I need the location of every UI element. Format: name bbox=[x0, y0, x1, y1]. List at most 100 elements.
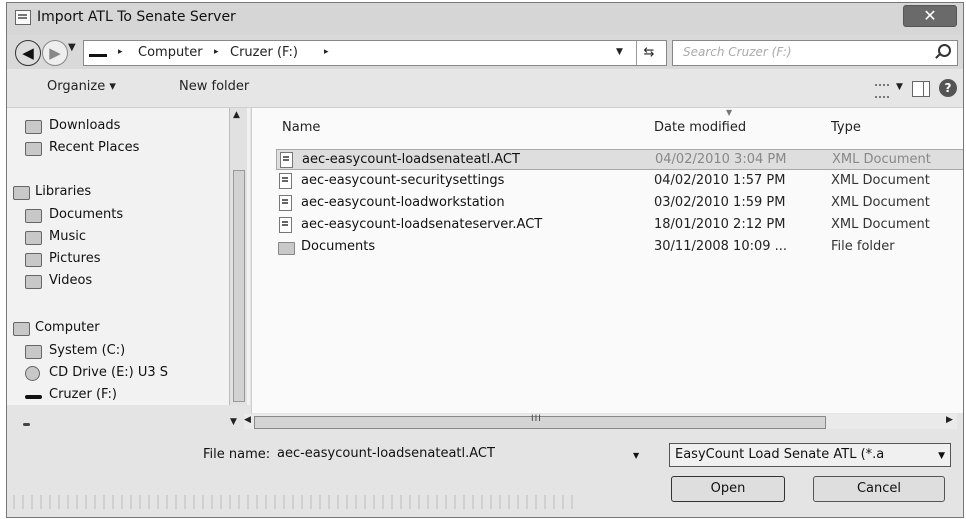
footer-decoration bbox=[13, 495, 573, 509]
scroll-right-arrow[interactable]: ▶ bbox=[946, 415, 953, 425]
navigation-scroll-thumb[interactable] bbox=[233, 170, 245, 402]
title-bar: Import ATL To Senate Server ✕ bbox=[7, 3, 963, 35]
scroll-left-arrow[interactable]: ◀ bbox=[244, 415, 251, 425]
open-button[interactable]: Open bbox=[671, 476, 785, 502]
xml-file-icon bbox=[280, 152, 293, 168]
app-icon bbox=[15, 10, 31, 25]
file-type: XML Document bbox=[831, 195, 930, 210]
folder-icon bbox=[278, 242, 295, 255]
help-icon[interactable]: ? bbox=[939, 79, 957, 97]
navigation-pane: Downloads Recent Places Libraries Docume… bbox=[7, 108, 250, 405]
cd-drive-icon bbox=[25, 366, 40, 381]
close-button[interactable]: ✕ bbox=[903, 5, 957, 27]
breadcrumb-computer[interactable]: Computer bbox=[138, 45, 203, 60]
breadcrumb-cruzer[interactable]: Cruzer (F:) bbox=[230, 45, 298, 60]
search-input[interactable]: Search Cruzer (F:) bbox=[672, 40, 958, 66]
file-name: aec-easycount-loadworkstation bbox=[301, 195, 505, 210]
new-folder-button[interactable]: New folder bbox=[179, 79, 249, 94]
scroll-up-arrow[interactable]: ▲ bbox=[233, 110, 240, 120]
address-row: ◀ ▶ ▼ ▸ Computer ▸ Cruzer (F:) ▸ ▼ ⇆ Sea… bbox=[7, 35, 963, 69]
search-placeholder: Search Cruzer (F:) bbox=[683, 45, 792, 59]
sort-indicator-icon: ▼ bbox=[726, 108, 733, 117]
videos-icon bbox=[25, 275, 42, 289]
horizontal-scroll-thumb[interactable]: III bbox=[254, 414, 826, 429]
search-icon[interactable] bbox=[938, 44, 951, 57]
file-type: File folder bbox=[831, 239, 895, 254]
file-name-label: File name: bbox=[203, 447, 271, 462]
preview-pane-icon[interactable] bbox=[912, 81, 930, 97]
collapse-icon[interactable] bbox=[23, 423, 30, 426]
file-date: 18/01/2010 2:12 PM bbox=[654, 217, 786, 232]
file-date: 30/11/2008 10:09 ... bbox=[654, 239, 788, 254]
downloads-icon bbox=[25, 120, 42, 134]
pictures-icon bbox=[25, 253, 42, 267]
file-name: aec-easycount-loadsenateserver.ACT bbox=[301, 217, 543, 232]
file-type: XML Document bbox=[831, 217, 930, 232]
music-icon bbox=[25, 231, 42, 245]
scroll-grip: III bbox=[531, 414, 542, 424]
column-header-date[interactable]: Date modified bbox=[654, 120, 746, 135]
xml-file-icon bbox=[279, 195, 292, 211]
breadcrumb-separator[interactable]: ▸ bbox=[214, 47, 219, 57]
file-name: aec-easycount-securitysettings bbox=[301, 173, 505, 188]
breadcrumb-separator[interactable]: ▸ bbox=[118, 47, 123, 57]
sidebar-item-label: Videos bbox=[49, 273, 93, 288]
chevron-down-icon[interactable]: ▼ bbox=[938, 451, 945, 461]
view-options-dropdown[interactable]: ▼ bbox=[896, 82, 903, 92]
file-row[interactable]: aec-easycount-loadsenateatl.ACT 04/02/20… bbox=[276, 149, 963, 170]
change-view-icon[interactable] bbox=[875, 84, 889, 98]
file-row[interactable]: aec-easycount-loadworkstation 03/02/2010… bbox=[276, 193, 963, 213]
organize-button[interactable]: Organize ▾ bbox=[47, 79, 116, 94]
file-row[interactable]: Documents 30/11/2008 10:09 ... File fold… bbox=[276, 237, 963, 257]
computer-icon bbox=[13, 322, 30, 336]
sidebar-item-label: System (C:) bbox=[49, 343, 126, 358]
sidebar-item-label: Documents bbox=[49, 207, 124, 222]
file-row[interactable]: aec-easycount-loadsenateserver.ACT 18/01… bbox=[276, 215, 963, 235]
recent-places-icon bbox=[25, 142, 42, 156]
documents-icon bbox=[25, 209, 42, 223]
breadcrumb-separator[interactable]: ▸ bbox=[324, 47, 329, 57]
address-history-dropdown[interactable]: ▼ bbox=[616, 47, 623, 57]
file-type-filter[interactable]: EasyCount Load Senate ATL (*.a ▼ bbox=[669, 443, 951, 467]
file-name-value: aec-easycount-loadsenateatl.ACT bbox=[277, 446, 495, 461]
sidebar-item-label: Computer bbox=[35, 320, 100, 335]
address-bar[interactable]: ▸ Computer ▸ Cruzer (F:) ▸ ▼ ⇆ bbox=[83, 40, 667, 66]
file-name-history-dropdown[interactable]: ▼ bbox=[633, 451, 639, 460]
file-name-field[interactable]: aec-easycount-loadsenateatl.ACT ▼ bbox=[269, 443, 653, 465]
recent-pages-dropdown[interactable]: ▼ bbox=[68, 42, 76, 53]
hard-drive-icon bbox=[25, 345, 42, 359]
usb-drive-icon bbox=[25, 395, 42, 399]
refresh-button[interactable]: ⇆ bbox=[636, 41, 661, 65]
sidebar-item-label: CD Drive (E:) U3 S bbox=[49, 365, 169, 380]
cancel-button[interactable]: Cancel bbox=[813, 476, 945, 502]
file-date: 03/02/2010 1:59 PM bbox=[654, 195, 786, 210]
sidebar-item-label: Downloads bbox=[49, 118, 121, 133]
libraries-icon bbox=[13, 186, 30, 200]
sidebar-item-label: Cruzer (F:) bbox=[49, 387, 117, 402]
file-name: aec-easycount-loadsenateatl.ACT bbox=[302, 152, 520, 167]
file-type: XML Document bbox=[831, 173, 930, 188]
column-header-name[interactable]: Name bbox=[282, 120, 320, 135]
sidebar-item-label: Music bbox=[49, 229, 86, 244]
command-toolbar: Organize ▾ New folder ▼ ? bbox=[7, 69, 963, 108]
file-list: ▼ Name Date modified Type aec-easycount-… bbox=[251, 108, 963, 413]
window-title: Import ATL To Senate Server bbox=[37, 9, 236, 25]
file-type: XML Document bbox=[832, 152, 931, 167]
file-date: 04/02/2010 1:57 PM bbox=[654, 173, 786, 188]
scroll-down-arrow[interactable]: ▼ bbox=[230, 417, 237, 427]
file-name: Documents bbox=[301, 239, 376, 254]
column-header-type[interactable]: Type bbox=[831, 120, 861, 135]
file-row[interactable]: aec-easycount-securitysettings 04/02/201… bbox=[276, 171, 963, 191]
sidebar-item-label: Pictures bbox=[49, 251, 101, 266]
horizontal-scrollbar[interactable]: ◀ III ▶ bbox=[244, 414, 957, 429]
xml-file-icon bbox=[279, 173, 292, 189]
sidebar-item-label: Libraries bbox=[35, 184, 92, 199]
forward-button[interactable]: ▶ bbox=[42, 40, 68, 66]
file-date: 04/02/2010 3:04 PM bbox=[655, 152, 787, 167]
drive-icon bbox=[89, 54, 107, 57]
back-button[interactable]: ◀ bbox=[15, 40, 41, 66]
import-dialog: Import ATL To Senate Server ✕ ◀ ▶ ▼ ▸ Co… bbox=[6, 2, 964, 518]
filter-value: EasyCount Load Senate ATL (*.a bbox=[675, 447, 885, 462]
sidebar-item-label: Recent Places bbox=[49, 140, 140, 155]
xml-file-icon bbox=[279, 217, 292, 233]
